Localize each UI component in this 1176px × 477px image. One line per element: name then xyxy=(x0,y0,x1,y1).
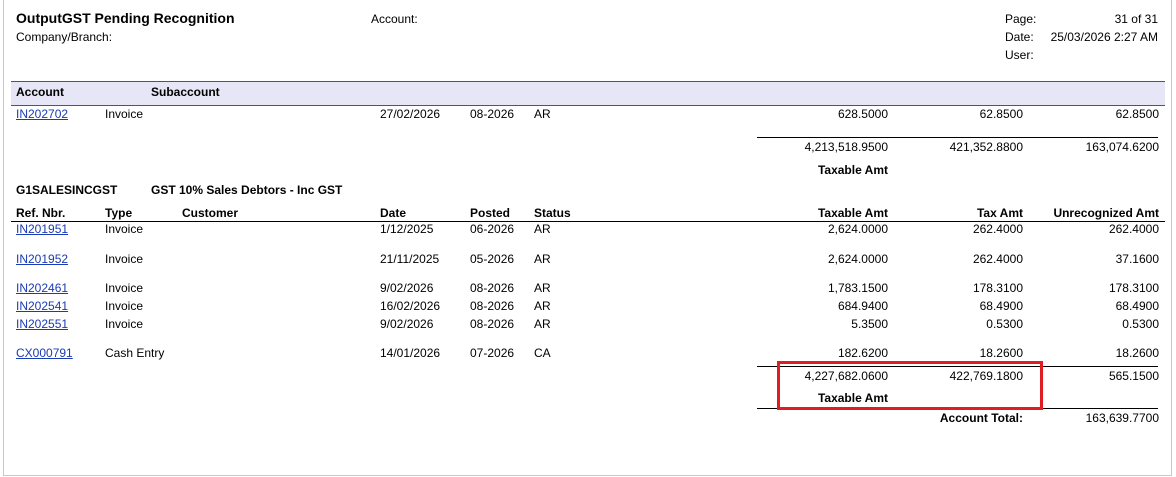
row-tax: 68.4900 xyxy=(979,299,1023,313)
prev-total-caption: Taxable Amt xyxy=(817,163,888,177)
row-status: AR xyxy=(534,281,551,295)
row-type: Invoice xyxy=(105,222,144,236)
row-taxable: 684.9400 xyxy=(837,299,888,313)
row-posted: 08-2026 xyxy=(470,299,515,313)
page-number: 31 of 31 xyxy=(1114,12,1158,26)
ref-link[interactable]: IN201952 xyxy=(16,252,68,266)
ref-link[interactable]: CX000791 xyxy=(16,346,73,360)
row-taxable: 628.5000 xyxy=(837,107,888,121)
row-date: 16/02/2026 xyxy=(380,299,441,313)
col-ref: Ref. Nbr. xyxy=(16,206,66,220)
user-label: User: xyxy=(1005,48,1034,62)
row-type: Invoice xyxy=(105,299,144,313)
row-date: 14/01/2026 xyxy=(380,346,441,360)
col-customer: Customer xyxy=(182,206,239,220)
date-label: Date: xyxy=(1005,30,1034,44)
row-posted: 08-2026 xyxy=(470,317,515,331)
col-type: Type xyxy=(105,206,133,220)
highlight-box xyxy=(777,361,1043,410)
ref-link[interactable]: IN201951 xyxy=(16,222,68,236)
row-date: 21/11/2025 xyxy=(380,252,440,266)
row-taxable: 1,783.1500 xyxy=(827,281,888,295)
row-type: Invoice xyxy=(105,281,144,295)
row-status: AR xyxy=(534,222,551,236)
row-taxable: 5.3500 xyxy=(851,317,888,331)
row-unrecognized: 262.4000 xyxy=(1108,222,1159,236)
group-header-subaccount: Subaccount xyxy=(151,85,220,99)
row-type: Invoice xyxy=(105,107,144,121)
row-tax: 262.4000 xyxy=(972,252,1023,266)
col-status: Status xyxy=(534,206,571,220)
report-title: OutputGST Pending Recognition xyxy=(16,10,235,26)
row-status: AR xyxy=(534,252,551,266)
totals-divider xyxy=(757,137,1158,138)
account-label: Account: xyxy=(371,12,418,26)
row-taxable: 2,624.0000 xyxy=(827,252,888,266)
account-description: GST 10% Sales Debtors - Inc GST xyxy=(151,183,343,197)
row-tax: 262.4000 xyxy=(972,222,1023,236)
prev-total-taxable: 4,213,518.9500 xyxy=(804,140,888,154)
date-value: 25/03/2026 2:27 AM xyxy=(1050,30,1158,44)
prev-total-tax: 421,352.8800 xyxy=(949,140,1023,154)
group-header-account: Account xyxy=(16,85,64,99)
row-status: AR xyxy=(534,107,551,121)
row-unrecognized: 0.5300 xyxy=(1122,317,1159,331)
row-date: 9/02/2026 xyxy=(380,281,434,295)
row-date: 1/12/2025 xyxy=(380,222,434,236)
row-taxable: 182.6200 xyxy=(837,346,888,360)
account-total-label: Account Total: xyxy=(939,411,1023,425)
row-type: Cash Entry xyxy=(105,346,165,360)
row-type: Invoice xyxy=(105,252,144,266)
row-unrecognized: 68.4900 xyxy=(1115,299,1159,313)
total-unrecognized: 565.1500 xyxy=(1108,369,1159,383)
row-posted: 08-2026 xyxy=(470,281,515,295)
row-unrecognized: 62.8500 xyxy=(1115,107,1159,121)
row-tax: 0.5300 xyxy=(986,317,1023,331)
row-posted: 07-2026 xyxy=(470,346,515,360)
col-unrecognized: Unrecognized Amt xyxy=(1053,206,1159,220)
row-tax: 18.2600 xyxy=(979,346,1023,360)
row-date: 27/02/2026 xyxy=(380,107,441,121)
row-tax: 62.8500 xyxy=(979,107,1023,121)
ref-link[interactable]: IN202541 xyxy=(16,299,68,313)
ref-link[interactable]: IN202702 xyxy=(16,107,68,121)
col-tax: Tax Amt xyxy=(976,206,1023,220)
col-date: Date xyxy=(380,206,407,220)
row-status: AR xyxy=(534,299,551,313)
row-posted: 08-2026 xyxy=(470,107,515,121)
row-tax: 178.3100 xyxy=(972,281,1023,295)
row-type: Invoice xyxy=(105,317,144,331)
row-unrecognized: 178.3100 xyxy=(1108,281,1159,295)
ref-link[interactable]: IN202461 xyxy=(16,281,68,295)
row-taxable: 2,624.0000 xyxy=(827,222,888,236)
company-branch-label: Company/Branch: xyxy=(16,30,113,44)
account-total-value: 163,639.7700 xyxy=(1085,411,1159,425)
page-label: Page: xyxy=(1005,12,1037,26)
row-posted: 06-2026 xyxy=(470,222,515,236)
prev-total-unrecognized: 163,074.6200 xyxy=(1085,140,1159,154)
row-status: CA xyxy=(534,346,551,360)
row-unrecognized: 18.2600 xyxy=(1115,346,1159,360)
row-status: AR xyxy=(534,317,551,331)
col-posted: Posted xyxy=(470,206,511,220)
col-taxable: Taxable Amt xyxy=(817,206,888,220)
row-posted: 05-2026 xyxy=(470,252,515,266)
ref-link[interactable]: IN202551 xyxy=(16,317,68,331)
account-code: G1SALESINCGST xyxy=(16,183,118,197)
row-unrecognized: 37.1600 xyxy=(1115,252,1159,266)
row-date: 9/02/2026 xyxy=(380,317,434,331)
